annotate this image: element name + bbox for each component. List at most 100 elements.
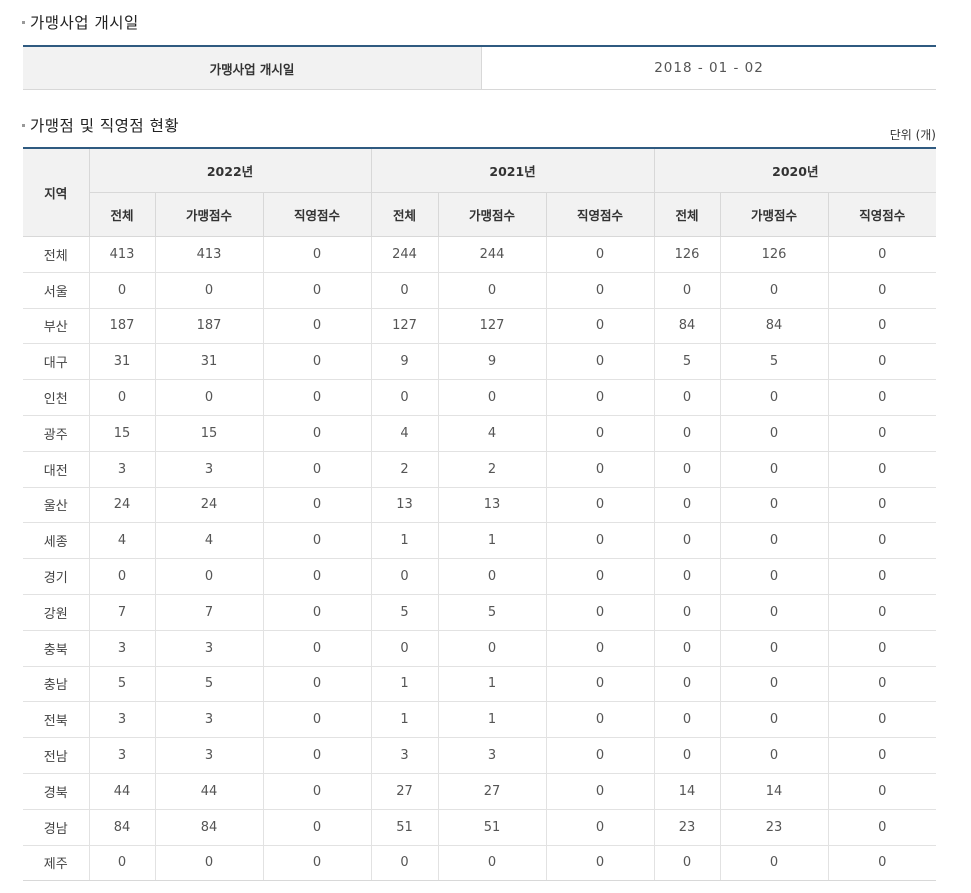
year-header: 2022년 bbox=[89, 148, 372, 193]
table-row: 제주 0 0 0 0 0 0 0 0 0 bbox=[23, 845, 937, 882]
store-status-table: 지역 2022년 2021년 2020년 전체 가맹점수 직영점수 전체 가맹점… bbox=[23, 147, 937, 882]
value-cell: 51 bbox=[371, 809, 439, 846]
region-cell: 울산 bbox=[23, 487, 90, 524]
value-cell: 0 bbox=[720, 666, 829, 703]
value-cell: 5 bbox=[720, 343, 829, 381]
table-row: 전남 3 3 0 3 3 0 0 0 0 bbox=[23, 737, 937, 774]
value-cell: 187 bbox=[89, 308, 156, 345]
value-cell: 27 bbox=[371, 773, 439, 810]
start-date-table: 가맹사업 개시일 2018 - 01 - 02 bbox=[23, 45, 936, 90]
value-cell: 3 bbox=[438, 737, 547, 774]
sub-header-franchise: 가맹점수 bbox=[438, 192, 547, 237]
unit-label: 단위 (개) bbox=[889, 128, 936, 142]
table-row: 세종 4 4 0 1 1 0 0 0 0 bbox=[23, 522, 937, 560]
value-cell: 0 bbox=[546, 487, 655, 524]
value-cell: 0 bbox=[720, 701, 829, 739]
value-cell: 126 bbox=[720, 236, 829, 273]
value-cell: 0 bbox=[546, 773, 655, 810]
value-cell: 0 bbox=[654, 737, 721, 774]
value-cell: 31 bbox=[155, 343, 264, 381]
value-cell: 0 bbox=[654, 522, 721, 560]
value-cell: 0 bbox=[654, 379, 721, 416]
value-cell: 0 bbox=[438, 630, 547, 667]
value-cell: 0 bbox=[828, 845, 937, 882]
value-cell: 7 bbox=[89, 594, 156, 631]
value-cell: 413 bbox=[89, 236, 156, 273]
value-cell: 0 bbox=[654, 451, 721, 488]
table-row: 강원 7 7 0 5 5 0 0 0 0 bbox=[23, 594, 937, 631]
value-cell: 0 bbox=[828, 558, 937, 595]
sub-header-total: 전체 bbox=[371, 192, 439, 237]
value-cell: 0 bbox=[828, 451, 937, 488]
value-cell: 0 bbox=[155, 845, 264, 882]
value-cell: 0 bbox=[263, 236, 372, 273]
sub-header-direct: 직영점수 bbox=[546, 192, 655, 237]
value-cell: 0 bbox=[371, 630, 439, 667]
table-row: 경남 84 84 0 51 51 0 23 23 0 bbox=[23, 809, 937, 846]
value-cell: 0 bbox=[263, 308, 372, 345]
sub-header-franchise: 가맹점수 bbox=[720, 192, 829, 237]
value-cell: 0 bbox=[720, 522, 829, 560]
value-cell: 0 bbox=[263, 272, 372, 309]
value-cell: 0 bbox=[546, 522, 655, 560]
table-row: 전체 413 413 0 244 244 0 126 126 0 bbox=[23, 236, 937, 273]
region-cell: 광주 bbox=[23, 415, 90, 452]
value-cell: 0 bbox=[155, 379, 264, 416]
value-cell: 0 bbox=[720, 415, 829, 452]
value-cell: 24 bbox=[155, 487, 264, 524]
value-cell: 3 bbox=[89, 737, 156, 774]
table-row: 충북 3 3 0 0 0 0 0 0 0 bbox=[23, 630, 937, 667]
region-cell: 경기 bbox=[23, 558, 90, 595]
value-cell: 23 bbox=[654, 809, 721, 846]
section-title-stores: 가맹점 및 직영점 현황 bbox=[22, 114, 179, 136]
value-cell: 9 bbox=[438, 343, 547, 381]
value-cell: 0 bbox=[546, 701, 655, 739]
value-cell: 0 bbox=[828, 343, 937, 381]
value-cell: 0 bbox=[654, 558, 721, 595]
value-cell: 44 bbox=[89, 773, 156, 810]
value-cell: 0 bbox=[828, 809, 937, 846]
value-cell: 0 bbox=[89, 272, 156, 309]
region-cell: 경북 bbox=[23, 773, 90, 810]
value-cell: 1 bbox=[438, 701, 547, 739]
value-cell: 0 bbox=[546, 272, 655, 309]
section-title-start-date: 가맹사업 개시일 bbox=[22, 11, 139, 33]
region-cell: 전체 bbox=[23, 236, 90, 273]
value-cell: 3 bbox=[155, 701, 264, 739]
start-date-label: 가맹사업 개시일 bbox=[23, 46, 482, 90]
value-cell: 0 bbox=[546, 737, 655, 774]
value-cell: 84 bbox=[155, 809, 264, 846]
value-cell: 0 bbox=[828, 308, 937, 345]
sub-header-direct: 직영점수 bbox=[828, 192, 937, 237]
value-cell: 0 bbox=[371, 558, 439, 595]
value-cell: 0 bbox=[654, 272, 721, 309]
value-cell: 5 bbox=[654, 343, 721, 381]
bullet-icon bbox=[22, 124, 25, 127]
value-cell: 4 bbox=[438, 415, 547, 452]
table-row: 전북 3 3 0 1 1 0 0 0 0 bbox=[23, 701, 937, 739]
value-cell: 13 bbox=[438, 487, 547, 524]
value-cell: 0 bbox=[720, 379, 829, 416]
value-cell: 5 bbox=[371, 594, 439, 631]
table-row: 울산 24 24 0 13 13 0 0 0 0 bbox=[23, 487, 937, 524]
region-cell: 세종 bbox=[23, 522, 90, 560]
bullet-icon bbox=[22, 21, 25, 24]
value-cell: 44 bbox=[155, 773, 264, 810]
value-cell: 0 bbox=[438, 272, 547, 309]
value-cell: 7 bbox=[155, 594, 264, 631]
value-cell: 23 bbox=[720, 809, 829, 846]
value-cell: 5 bbox=[89, 666, 156, 703]
value-cell: 0 bbox=[546, 451, 655, 488]
value-cell: 0 bbox=[546, 630, 655, 667]
value-cell: 0 bbox=[371, 845, 439, 882]
value-cell: 5 bbox=[438, 594, 547, 631]
value-cell: 0 bbox=[828, 379, 937, 416]
value-cell: 84 bbox=[720, 308, 829, 345]
value-cell: 3 bbox=[155, 451, 264, 488]
header-row-sub: 전체 가맹점수 직영점수 전체 가맹점수 직영점수 전체 가맹점수 직영점수 bbox=[23, 192, 937, 237]
value-cell: 0 bbox=[438, 558, 547, 595]
value-cell: 0 bbox=[720, 558, 829, 595]
region-cell: 제주 bbox=[23, 845, 90, 882]
value-cell: 0 bbox=[263, 487, 372, 524]
value-cell: 0 bbox=[720, 451, 829, 488]
